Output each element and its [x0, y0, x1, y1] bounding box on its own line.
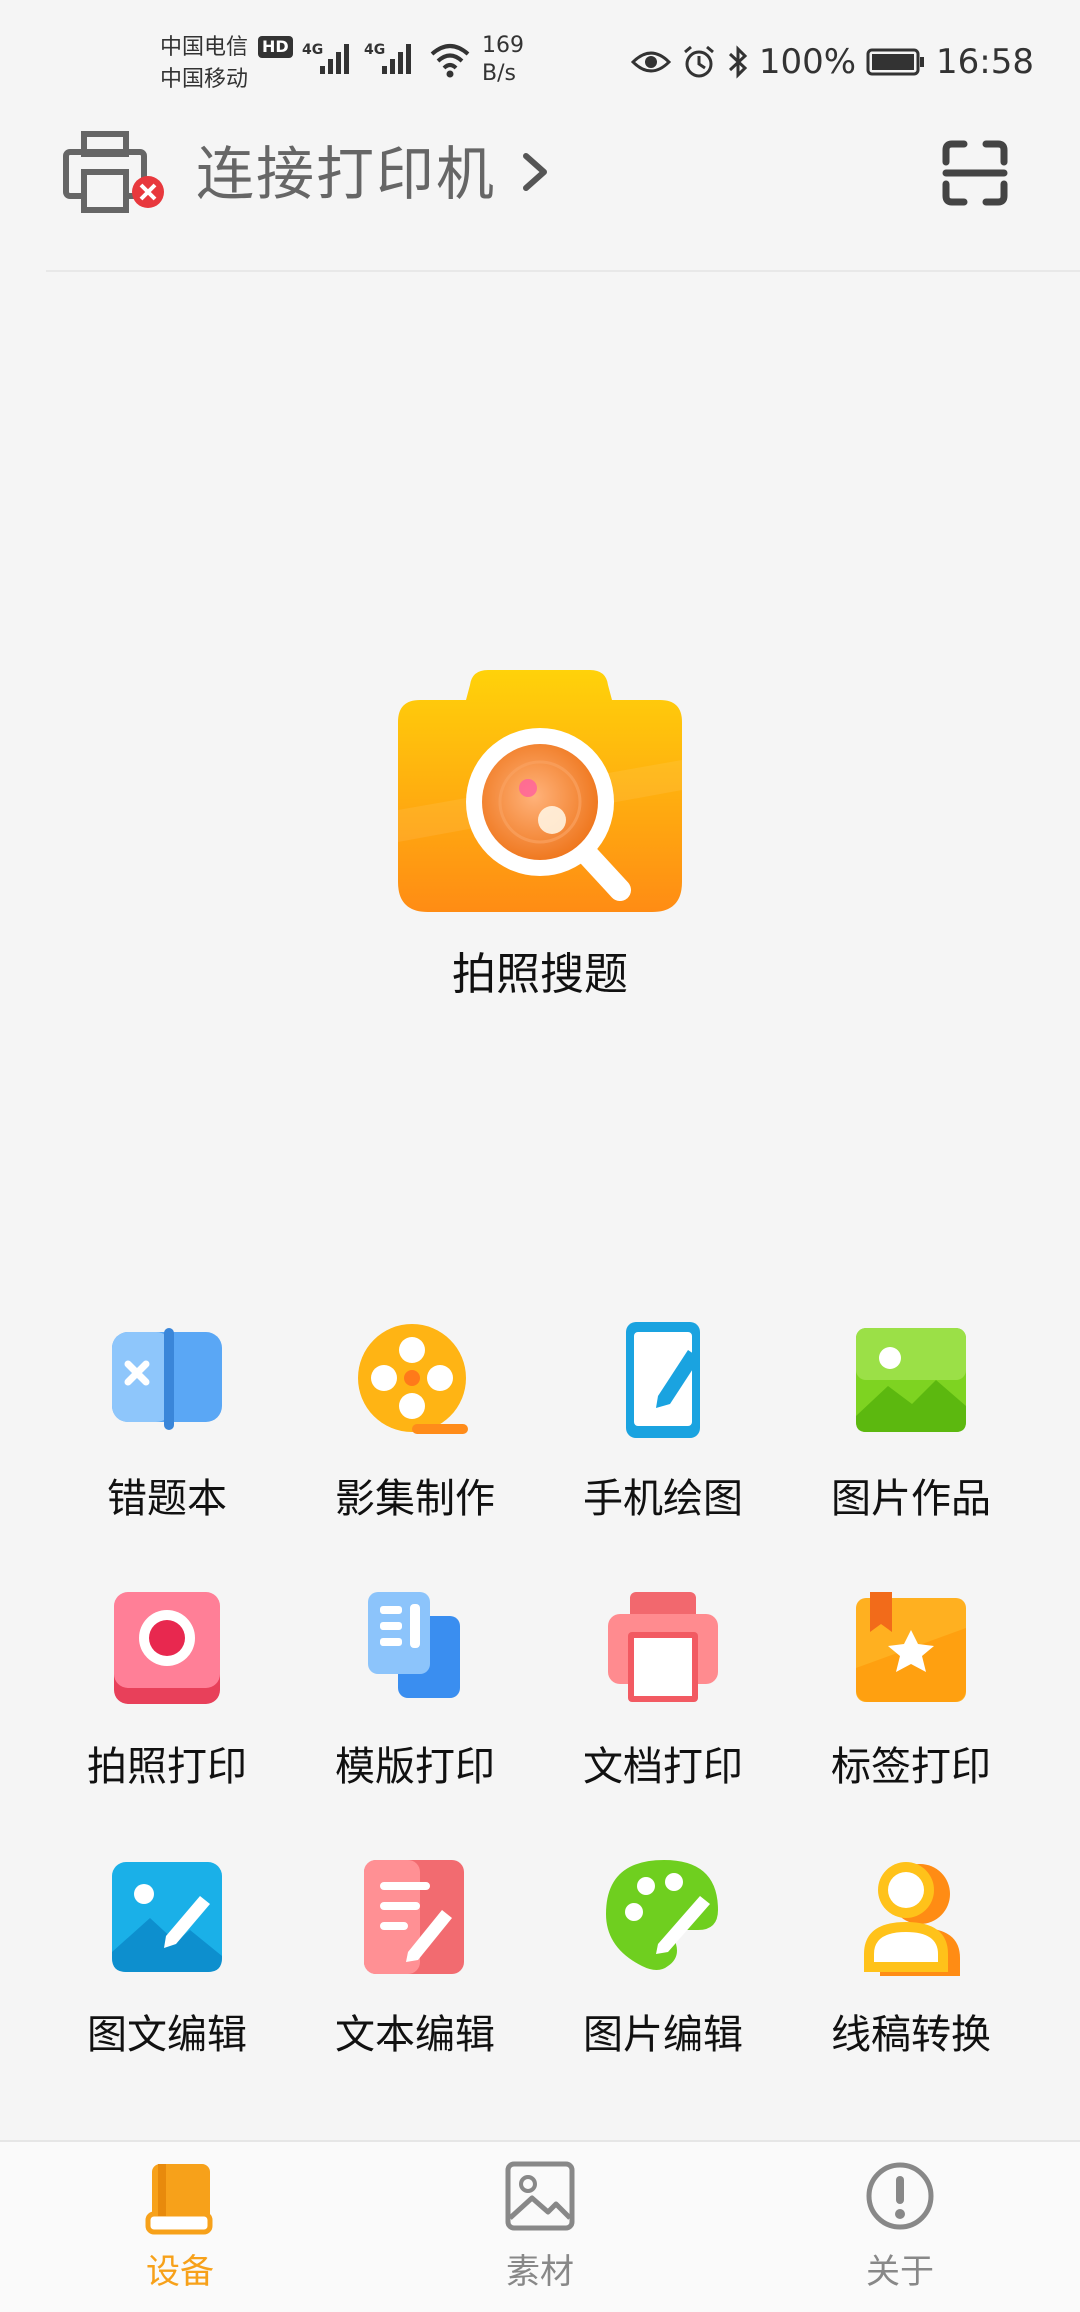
battery-icon	[866, 48, 925, 76]
alarm-icon	[683, 45, 714, 78]
nav-item-material[interactable]: 素材	[440, 2160, 640, 2300]
status-bar: 中国电信 中国移动 HD 4G 4G 169 B/s 100% 16:58	[0, 0, 1080, 120]
grid-label: 模版打印	[335, 1744, 495, 1790]
scan-icon[interactable]	[942, 140, 1008, 206]
status-right: 100% 16:58	[630, 40, 1034, 84]
grid-item-album[interactable]: 影集制作	[290, 1320, 540, 1560]
grid-item-template-print[interactable]: 模版打印	[290, 1588, 540, 1828]
lineart-convert-icon	[864, 1862, 960, 1976]
network-speed: 169 B/s	[482, 32, 524, 88]
connect-printer-label[interactable]: 连接打印机	[196, 138, 496, 210]
grid-label: 文档打印	[583, 1744, 743, 1790]
grid-item-phone-draw[interactable]: 手机绘图	[538, 1320, 788, 1560]
grid-item-picture-works[interactable]: 图片作品	[786, 1320, 1036, 1560]
clock-time: 16:58	[936, 42, 1034, 82]
bluetooth-icon	[728, 45, 747, 79]
chevron-right-icon[interactable]	[520, 150, 550, 194]
grid-label: 影集制作	[335, 1476, 495, 1522]
grid-label: 图文编辑	[87, 2012, 247, 2058]
info-icon	[866, 2162, 934, 2230]
grid-label: 图片作品	[831, 1476, 991, 1522]
speed-value: 169	[482, 33, 524, 58]
grid-label: 拍照打印	[87, 1744, 247, 1790]
grid-label: 错题本	[107, 1476, 227, 1522]
grid-item-wrong-answers[interactable]: 错题本	[42, 1320, 292, 1560]
film-reel-icon	[358, 1324, 468, 1434]
image-text-edit-icon	[112, 1862, 222, 1972]
material-image-icon	[505, 2161, 575, 2231]
document-print-icon	[608, 1592, 718, 1702]
grid-item-image-edit[interactable]: 图片编辑	[538, 1856, 788, 2096]
camera-search-icon[interactable]	[390, 660, 690, 930]
grid-label: 标签打印	[831, 1744, 991, 1790]
grid-item-text-edit[interactable]: 文本编辑	[290, 1856, 540, 2096]
wifi-icon	[430, 44, 470, 78]
grid-item-photo-print[interactable]: 拍照打印	[42, 1588, 292, 1828]
wrong-answers-book-icon	[112, 1328, 222, 1430]
grid-label: 文本编辑	[335, 2012, 495, 2058]
device-book-icon	[145, 2164, 213, 2235]
grid-label: 手机绘图	[583, 1476, 743, 1522]
grid-item-label-print[interactable]: 标签打印	[786, 1588, 1036, 1828]
nav-label: 素材	[506, 2252, 574, 2292]
palette-edit-icon	[606, 1860, 718, 1970]
photo-search-label[interactable]: 拍照搜题	[0, 945, 1080, 1005]
grid-item-image-text-edit[interactable]: 图文编辑	[42, 1856, 292, 2096]
hd-badge: HD	[258, 36, 293, 58]
grid-item-document-print[interactable]: 文档打印	[538, 1588, 788, 1828]
eye-icon	[630, 51, 671, 73]
carrier-names: 中国电信 中国移动	[160, 32, 248, 96]
photo-print-icon	[114, 1592, 220, 1704]
nav-label: 设备	[146, 2252, 214, 2292]
grid-label: 线稿转换	[831, 2012, 991, 2058]
template-print-icon	[368, 1592, 460, 1698]
bottom-nav: 设备 素材 关于	[0, 2140, 1080, 2312]
printer-disconnected-icon[interactable]	[62, 130, 166, 214]
grid-label: 图片编辑	[583, 2012, 743, 2058]
signal-bars-icon	[320, 44, 349, 74]
nav-item-device[interactable]: 设备	[80, 2160, 280, 2300]
label-print-icon	[856, 1592, 966, 1702]
picture-gallery-icon	[856, 1328, 966, 1432]
phone-draw-icon	[626, 1322, 700, 1438]
carrier-2: 中国移动	[160, 67, 249, 92]
battery-percent: 100%	[758, 42, 857, 82]
header-divider	[46, 270, 1080, 272]
carrier-1: 中国电信	[160, 35, 249, 60]
nav-label: 关于	[866, 2252, 934, 2292]
nav-item-about[interactable]: 关于	[800, 2160, 1000, 2300]
grid-item-lineart-convert[interactable]: 线稿转换	[786, 1856, 1036, 2096]
speed-unit: B/s	[482, 61, 516, 86]
signal-bars-icon	[382, 44, 411, 74]
text-edit-icon	[364, 1860, 464, 1974]
